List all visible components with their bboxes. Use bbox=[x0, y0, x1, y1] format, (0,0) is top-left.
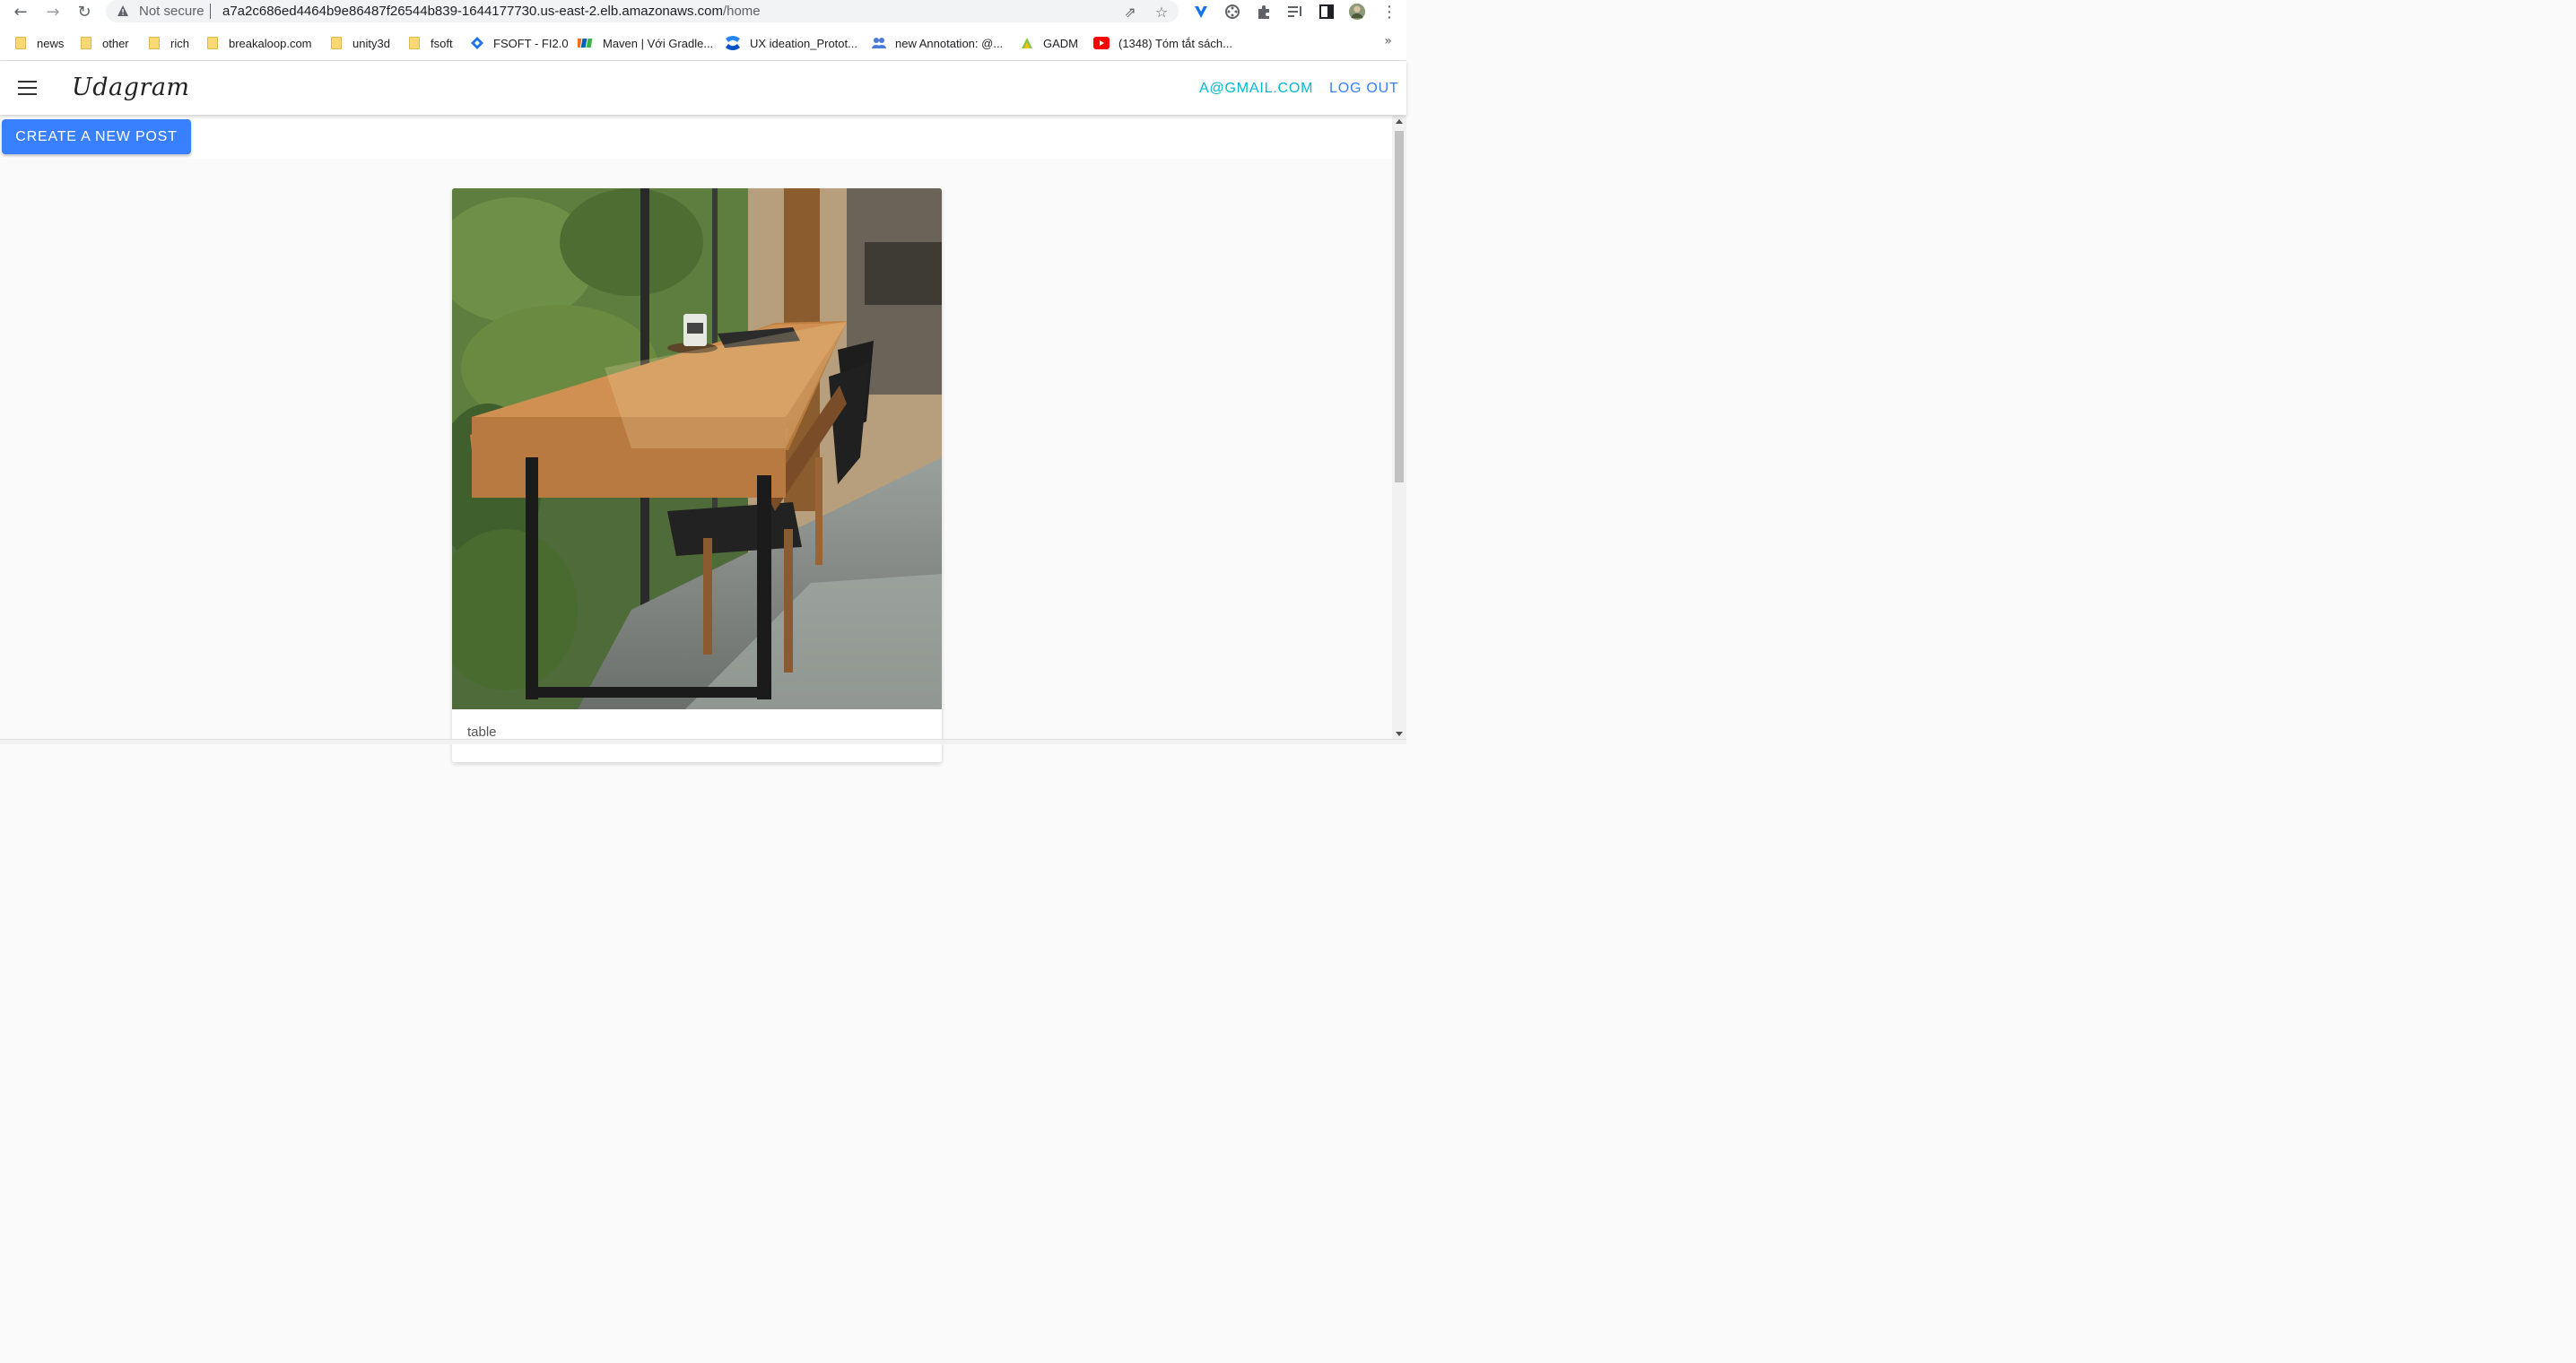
bookmark-ux-ideation[interactable]: UX ideation_Protot... bbox=[725, 35, 857, 51]
create-post-button[interactable]: CREATE A NEW POST bbox=[2, 119, 191, 154]
app-logo[interactable]: Udagram bbox=[72, 74, 190, 101]
bookmark-folder-breakaloop[interactable]: breakaloop.com bbox=[207, 35, 312, 51]
horizontal-scrollbar-track bbox=[0, 740, 1406, 744]
bookmark-folder-fsoft[interactable]: fsoft bbox=[409, 35, 453, 51]
app-header: Udagram A@GMAIL.COM LOG OUT bbox=[0, 61, 1406, 115]
bookmark-label: news bbox=[37, 36, 65, 50]
gadm-icon bbox=[1022, 38, 1032, 48]
bookmark-new-annotation[interactable]: new Annotation: @... bbox=[872, 35, 1003, 51]
bookmark-label: fsoft bbox=[431, 36, 453, 50]
youtube-icon bbox=[1093, 37, 1110, 49]
url-path: /home bbox=[722, 4, 761, 19]
folder-icon bbox=[81, 37, 91, 49]
extension-film-icon[interactable] bbox=[1223, 3, 1241, 21]
bookmark-label: new Annotation: @... bbox=[895, 36, 1004, 50]
bookmark-gadm[interactable]: GADM bbox=[1020, 35, 1078, 51]
warning-icon bbox=[117, 5, 128, 16]
scroll-thumb[interactable] bbox=[1395, 131, 1404, 482]
security-label[interactable]: Not secure bbox=[139, 4, 205, 19]
diamond-icon bbox=[471, 37, 483, 49]
bookmark-label: breakaloop.com bbox=[229, 36, 312, 50]
bookmarks-bar: news other rich breakaloop.com unity3d f… bbox=[0, 24, 1406, 61]
bookmark-label: other bbox=[102, 36, 129, 50]
bookmark-folder-rich[interactable]: rich bbox=[149, 35, 189, 51]
url-divider bbox=[210, 4, 211, 19]
scroll-down-arrow-icon[interactable] bbox=[1396, 732, 1403, 736]
address-bar[interactable]: Not secure a7a2c686ed4464b9e86487f26544b… bbox=[106, 0, 1179, 22]
url-host: a7a2c686ed4464b9e86487f26544b839-1644177… bbox=[222, 4, 723, 19]
bookmark-label: (1348) Tóm tắt sách... bbox=[1118, 36, 1232, 50]
bookmark-fsoft-fi[interactable]: FSOFT - FI2.0 bbox=[470, 35, 569, 51]
back-icon[interactable]: ← bbox=[10, 2, 31, 22]
create-post-bar: CREATE A NEW POST bbox=[0, 116, 1392, 159]
bookmark-folder-other[interactable]: other bbox=[81, 35, 129, 51]
more-menu-icon[interactable]: ⋮ bbox=[1380, 3, 1398, 22]
hamburger-menu-icon[interactable] bbox=[18, 81, 37, 95]
fpt-icon bbox=[578, 39, 593, 48]
bookmark-label: UX ideation_Protot... bbox=[750, 36, 857, 50]
bookmark-folder-unity3d[interactable]: unity3d bbox=[331, 35, 390, 51]
bookmark-label: GADM bbox=[1043, 36, 1078, 50]
side-panel-icon[interactable] bbox=[1318, 3, 1336, 21]
people-icon bbox=[872, 38, 886, 48]
confluence-icon bbox=[726, 36, 740, 50]
extension-heart-icon[interactable] bbox=[1192, 3, 1210, 21]
bookmark-maven[interactable]: Maven | Với Gradle... bbox=[578, 35, 713, 51]
folder-icon bbox=[149, 37, 160, 49]
folder-icon bbox=[331, 37, 342, 49]
post-caption: table bbox=[467, 725, 497, 740]
forward-icon[interactable]: → bbox=[42, 2, 64, 22]
url-text[interactable]: a7a2c686ed4464b9e86487f26544b839-1644177… bbox=[222, 4, 761, 19]
logout-button[interactable]: LOG OUT bbox=[1329, 81, 1399, 97]
bookmark-star-icon[interactable]: ☆ bbox=[1153, 3, 1171, 21]
bookmark-label: rich bbox=[170, 36, 189, 50]
bookmark-folder-news[interactable]: news bbox=[15, 35, 64, 51]
bookmarks-overflow-icon[interactable]: » bbox=[1384, 34, 1392, 48]
media-queue-icon[interactable] bbox=[1286, 3, 1304, 21]
bookmark-label: Maven | Với Gradle... bbox=[603, 36, 714, 50]
scroll-up-arrow-icon[interactable] bbox=[1396, 119, 1403, 124]
share-icon[interactable]: ⇗ bbox=[1121, 3, 1139, 21]
folder-icon bbox=[409, 37, 420, 49]
bookmark-label: unity3d bbox=[352, 36, 390, 50]
post-image[interactable] bbox=[452, 188, 942, 709]
user-email-link[interactable]: A@GMAIL.COM bbox=[1199, 81, 1313, 97]
reload-icon[interactable]: ↻ bbox=[74, 2, 95, 22]
profile-avatar-icon[interactable] bbox=[1348, 3, 1366, 21]
bookmark-label: FSOFT - FI2.0 bbox=[493, 36, 569, 50]
page-scrollbar[interactable] bbox=[1392, 116, 1406, 740]
browser-toolbar: ← → ↻ Not secure a7a2c686ed4464b9e86487f… bbox=[0, 0, 1406, 24]
post-card: table bbox=[452, 188, 942, 762]
folder-icon bbox=[15, 37, 26, 49]
folder-icon bbox=[207, 37, 218, 49]
bookmark-youtube[interactable]: (1348) Tóm tắt sách... bbox=[1093, 35, 1232, 51]
extensions-puzzle-icon[interactable] bbox=[1255, 3, 1273, 21]
